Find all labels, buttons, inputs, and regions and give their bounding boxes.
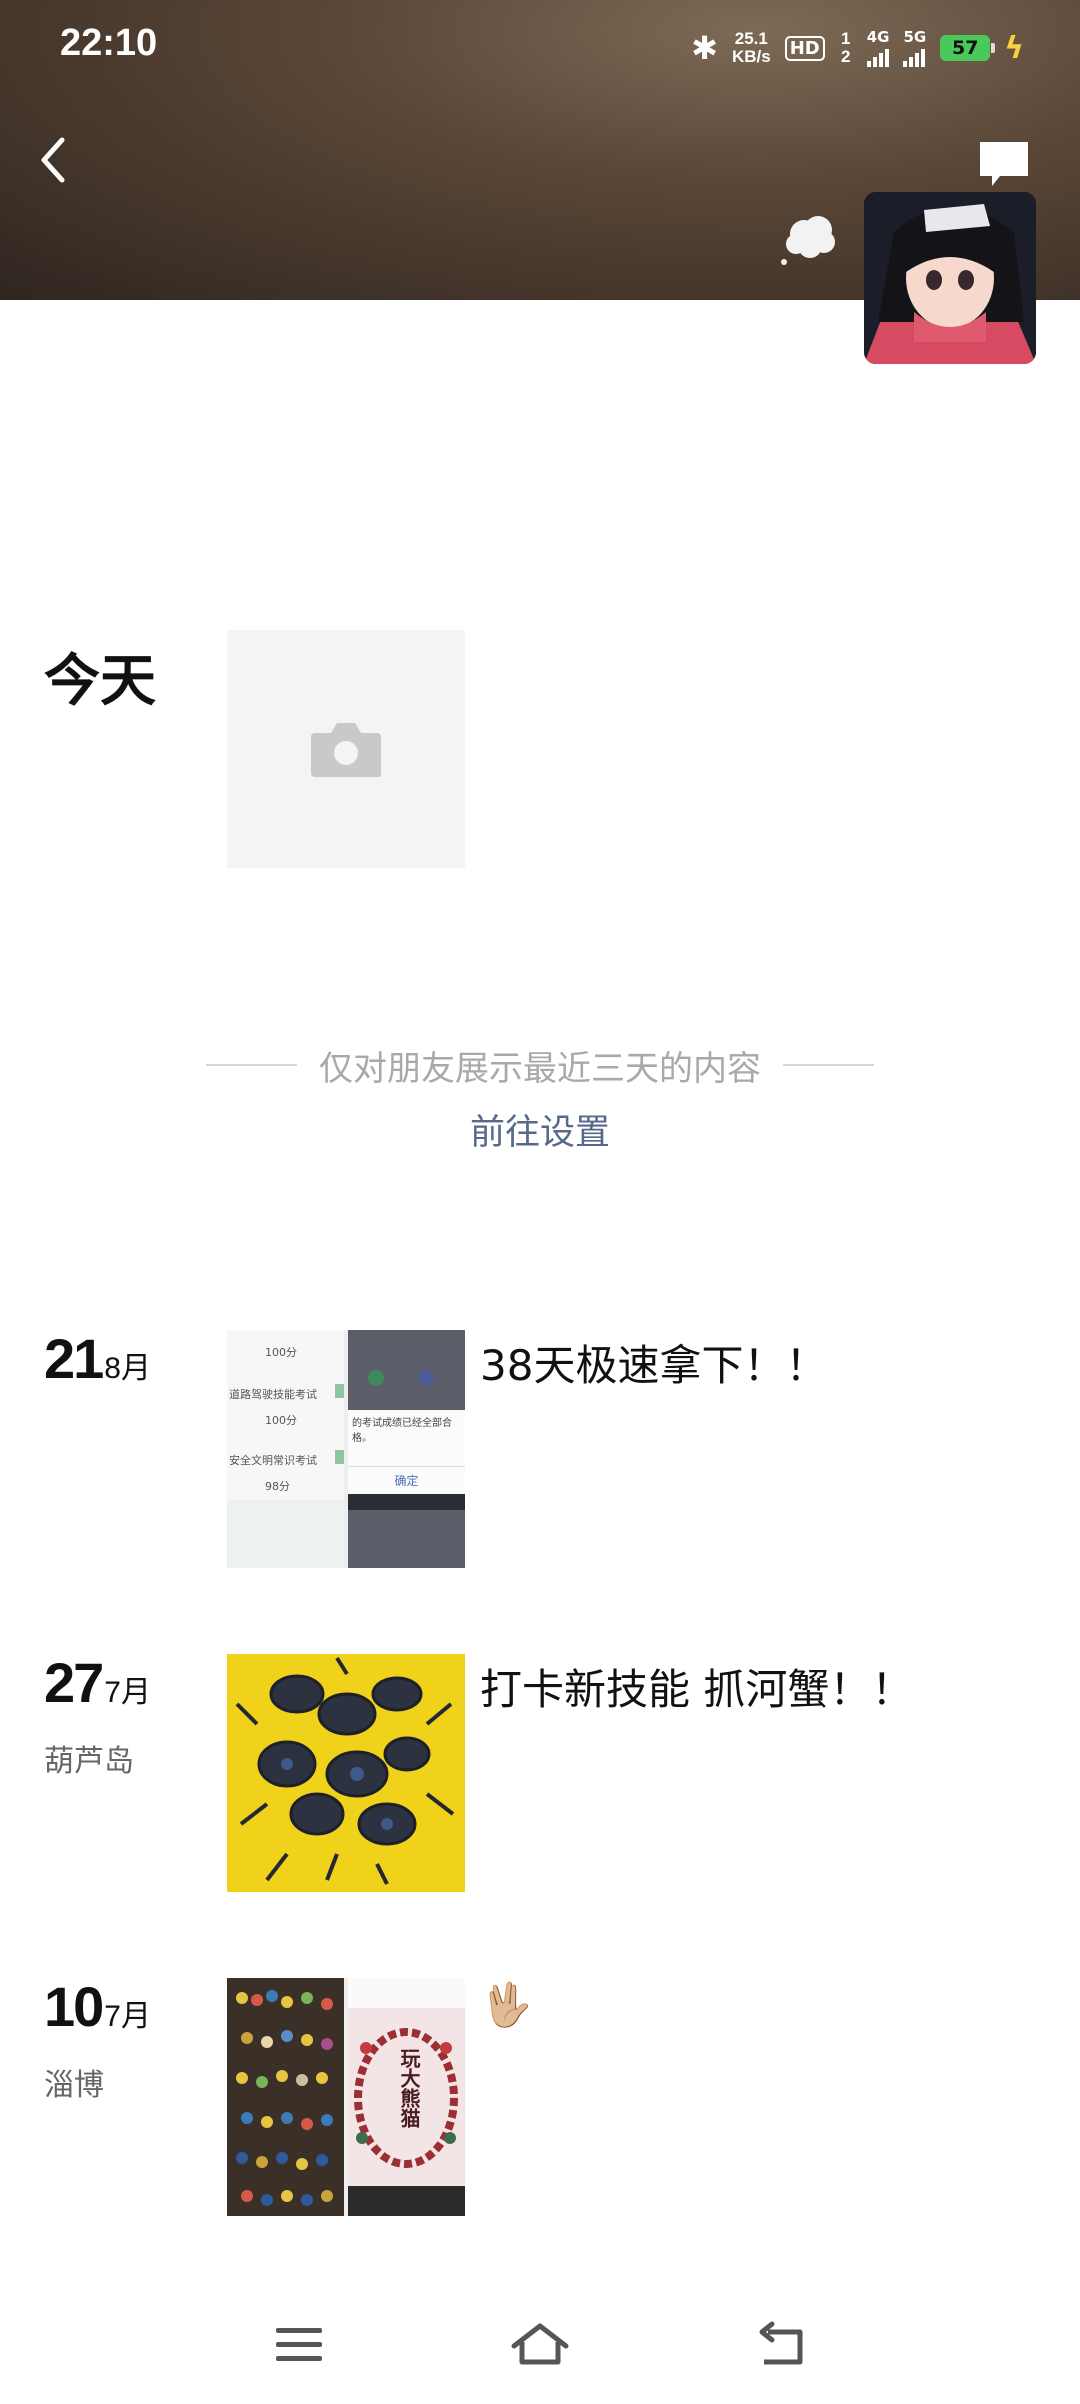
back-button[interactable] <box>30 130 80 190</box>
status-bar: 22:10 ✱ 25.1 KB/s HD 1 2 4G 5G 57 ϟ <box>0 0 1080 96</box>
avatar[interactable] <box>864 192 1036 364</box>
screenshot-bar <box>348 1494 465 1510</box>
post-day: 21 <box>44 1327 104 1390</box>
post-month: 7月 <box>104 2000 151 2033</box>
net-5g-label: 5G <box>903 27 927 46</box>
chevron-left-icon <box>41 137 65 183</box>
post-location: 葫芦岛 <box>44 1744 134 1779</box>
post-day: 10 <box>44 1975 104 2038</box>
charging-icon: ϟ <box>1004 30 1024 66</box>
today-label: 今天 <box>44 649 156 714</box>
camera-icon <box>311 723 381 777</box>
signal-4g: 4G <box>866 27 890 67</box>
upload-photo-button[interactable] <box>227 630 465 868</box>
divider-line <box>206 1064 297 1066</box>
home-button[interactable] <box>510 2320 570 2370</box>
post-thumbnail[interactable] <box>227 1654 465 1892</box>
avatar-illustration <box>864 192 1036 364</box>
screenshot-confirm: 确定 <box>348 1466 465 1495</box>
screenshot-panel <box>227 1500 344 1568</box>
signal-5g: 5G <box>903 27 927 67</box>
screenshot-icon <box>418 1370 434 1386</box>
bracelet-text: 玩大熊猫 <box>397 2048 421 2128</box>
post-thumbnail[interactable]: 玩大熊猫 <box>227 1978 465 2216</box>
home-icon <box>511 2323 569 2365</box>
return-button[interactable] <box>752 2320 812 2370</box>
screenshot-right: 的考试成绩已经全部合格。 确定 <box>348 1330 465 1568</box>
screenshot-text: 100分 <box>265 1346 297 1359</box>
net-4g-label: 4G <box>866 27 890 46</box>
status-chip <box>335 1384 344 1398</box>
post-text[interactable]: 38天极速拿下！！ <box>480 1332 827 1393</box>
status-button[interactable] <box>776 210 840 268</box>
bluetooth-icon: ✱ <box>691 29 718 67</box>
screenshot-text: 道路驾驶技能考试 <box>229 1388 317 1401</box>
return-icon <box>759 2321 803 2365</box>
post-thumbnail[interactable]: 100分 道路驾驶技能考试 100分 安全文明常识考试 98分 的考试成绩已经全… <box>227 1330 465 1568</box>
screenshot-text: 安全文明常识考试 <box>229 1454 317 1467</box>
crabs-photo <box>227 1654 465 1892</box>
speed-value: 25.1 <box>734 29 768 48</box>
status-chip <box>335 1450 344 1464</box>
post-date: 107月 <box>44 1974 151 2039</box>
bracelet-photo: 玩大熊猫 <box>348 1978 465 2216</box>
battery-icon: 57 <box>940 35 996 61</box>
thought-bubble-icon <box>781 216 835 265</box>
screenshot-text: 98分 <box>265 1480 290 1493</box>
network-speed: 25.1 KB/s <box>732 30 771 66</box>
comment-icon <box>980 142 1028 186</box>
sim-numbers: 1 2 <box>840 29 851 66</box>
menu-button[interactable] <box>270 2320 330 2370</box>
messages-button[interactable] <box>976 138 1032 190</box>
signal-bars-icon <box>866 45 889 67</box>
post-date: 277月 <box>44 1650 151 1715</box>
beads-illustration <box>227 1978 344 2216</box>
beads-photo <box>227 1978 344 2216</box>
privacy-notice-text: 仅对朋友展示最近三天的内容 <box>319 1048 761 1089</box>
post-location: 淄博 <box>44 2068 104 2103</box>
post-text[interactable]: 打卡新技能 抓河蟹！！ <box>480 1656 913 1717</box>
status-time: 22:10 <box>60 22 158 64</box>
screenshot-left: 100分 道路驾驶技能考试 100分 安全文明常识考试 98分 <box>227 1330 344 1568</box>
screenshot-dialog: 的考试成绩已经全部合格。 <box>348 1410 465 1466</box>
screenshot-text: 100分 <box>265 1414 297 1427</box>
signal-bars-icon <box>903 45 926 67</box>
menu-icon <box>276 2328 322 2361</box>
speed-unit: KB/s <box>731 47 771 66</box>
divider-line <box>783 1064 874 1066</box>
status-icons: ✱ 25.1 KB/s HD 1 2 4G 5G 57 ϟ <box>691 26 1024 70</box>
system-nav-bar <box>0 2290 1080 2404</box>
post-text[interactable]: 🖖🏼 <box>480 1980 532 2030</box>
post-month: 7月 <box>104 1676 151 1709</box>
privacy-notice: 仅对朋友展示最近三天的内容 <box>206 1040 874 1090</box>
post-date: 218月 <box>44 1326 151 1391</box>
go-to-settings-link[interactable]: 前往设置 <box>0 1104 1080 1155</box>
hd-icon: HD <box>784 35 825 61</box>
screenshot-text: 的考试成绩已经全部合格。 <box>352 1418 452 1444</box>
screenshot-icon <box>368 1370 384 1386</box>
post-month: 8月 <box>104 1352 151 1385</box>
post-day: 27 <box>44 1651 104 1714</box>
